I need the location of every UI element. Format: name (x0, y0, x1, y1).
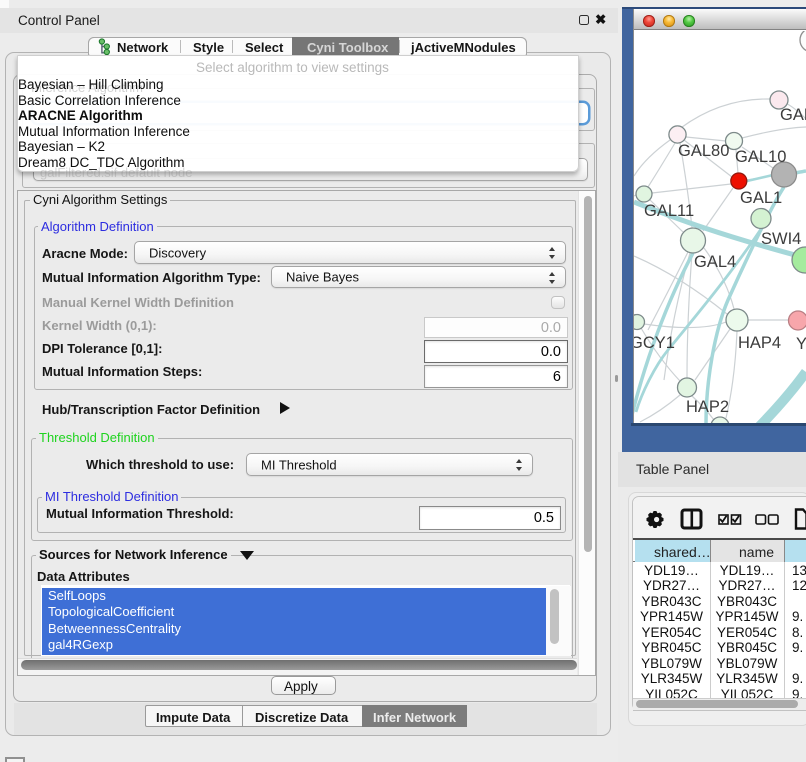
svg-text:HAP2: HAP2 (686, 398, 729, 416)
svg-text:GAL80: GAL80 (678, 142, 729, 160)
svg-text:GAL7: GAL7 (780, 106, 806, 124)
svg-text:GAL10: GAL10 (735, 148, 786, 166)
svg-text:GAL11: GAL11 (644, 202, 694, 220)
svg-text:HAP4: HAP4 (738, 334, 781, 352)
svg-text:Y: Y (796, 335, 806, 353)
svg-text:GAL4: GAL4 (694, 253, 736, 271)
svg-text:GAL1: GAL1 (740, 189, 782, 207)
svg-text:GCY1: GCY1 (634, 334, 675, 352)
svg-text:SWI4: SWI4 (761, 230, 801, 248)
